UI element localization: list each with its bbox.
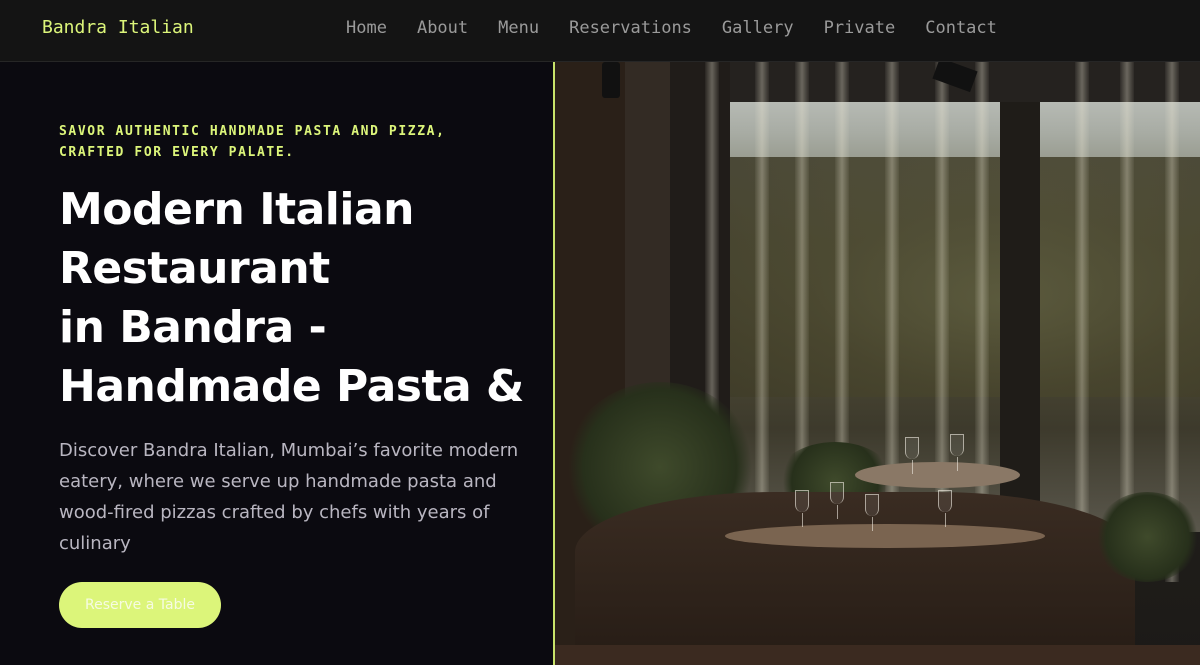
headline-line-2: Restaurant bbox=[59, 243, 330, 294]
hero-headline: Modern Italian Restaurant in Bandra - Ha… bbox=[59, 180, 549, 416]
curtain-fold bbox=[1075, 62, 1089, 582]
wine-glass bbox=[938, 490, 952, 527]
wine-glass bbox=[795, 490, 809, 527]
nav-link-about[interactable]: About bbox=[417, 18, 468, 38]
nav-link-private[interactable]: Private bbox=[824, 18, 896, 38]
headline-line-3: in Bandra - bbox=[59, 302, 327, 353]
booth-seating bbox=[575, 492, 1135, 665]
reserve-table-button[interactable]: Reserve a Table bbox=[59, 582, 221, 628]
pendant-lamp bbox=[602, 62, 620, 98]
nav-link-contact[interactable]: Contact bbox=[925, 18, 997, 38]
dining-table-front bbox=[725, 524, 1045, 548]
nav-link-reservations[interactable]: Reservations bbox=[569, 18, 692, 38]
hero-tagline: Savor authentic handmade pasta and pizza… bbox=[59, 124, 446, 160]
wine-glass bbox=[865, 494, 879, 531]
floor bbox=[555, 645, 1200, 665]
main-nav: Home About Menu Reservations Gallery Pri… bbox=[346, 18, 1027, 38]
headline-line-1: Modern Italian bbox=[59, 184, 414, 235]
wine-glass bbox=[830, 482, 844, 519]
hero-text-panel: Savor authentic handmade pasta and pizza… bbox=[0, 62, 554, 665]
headline-line-4: Handmade Pasta & bbox=[59, 361, 524, 412]
hero-description: Discover Bandra Italian, Mumbai’s favori… bbox=[59, 440, 519, 554]
site-header: Bandra Italian Home About Menu Reservati… bbox=[0, 0, 1200, 62]
nav-link-menu[interactable]: Menu bbox=[498, 18, 539, 38]
brand-logo-text[interactable]: Bandra Italian bbox=[42, 17, 194, 38]
nav-link-home[interactable]: Home bbox=[346, 18, 387, 38]
nav-link-gallery[interactable]: Gallery bbox=[722, 18, 794, 38]
wine-glass bbox=[905, 437, 919, 474]
dining-table-back bbox=[855, 462, 1020, 488]
wine-glass bbox=[950, 434, 964, 471]
restaurant-interior-photo bbox=[555, 62, 1200, 665]
potted-plant bbox=[1095, 492, 1200, 582]
